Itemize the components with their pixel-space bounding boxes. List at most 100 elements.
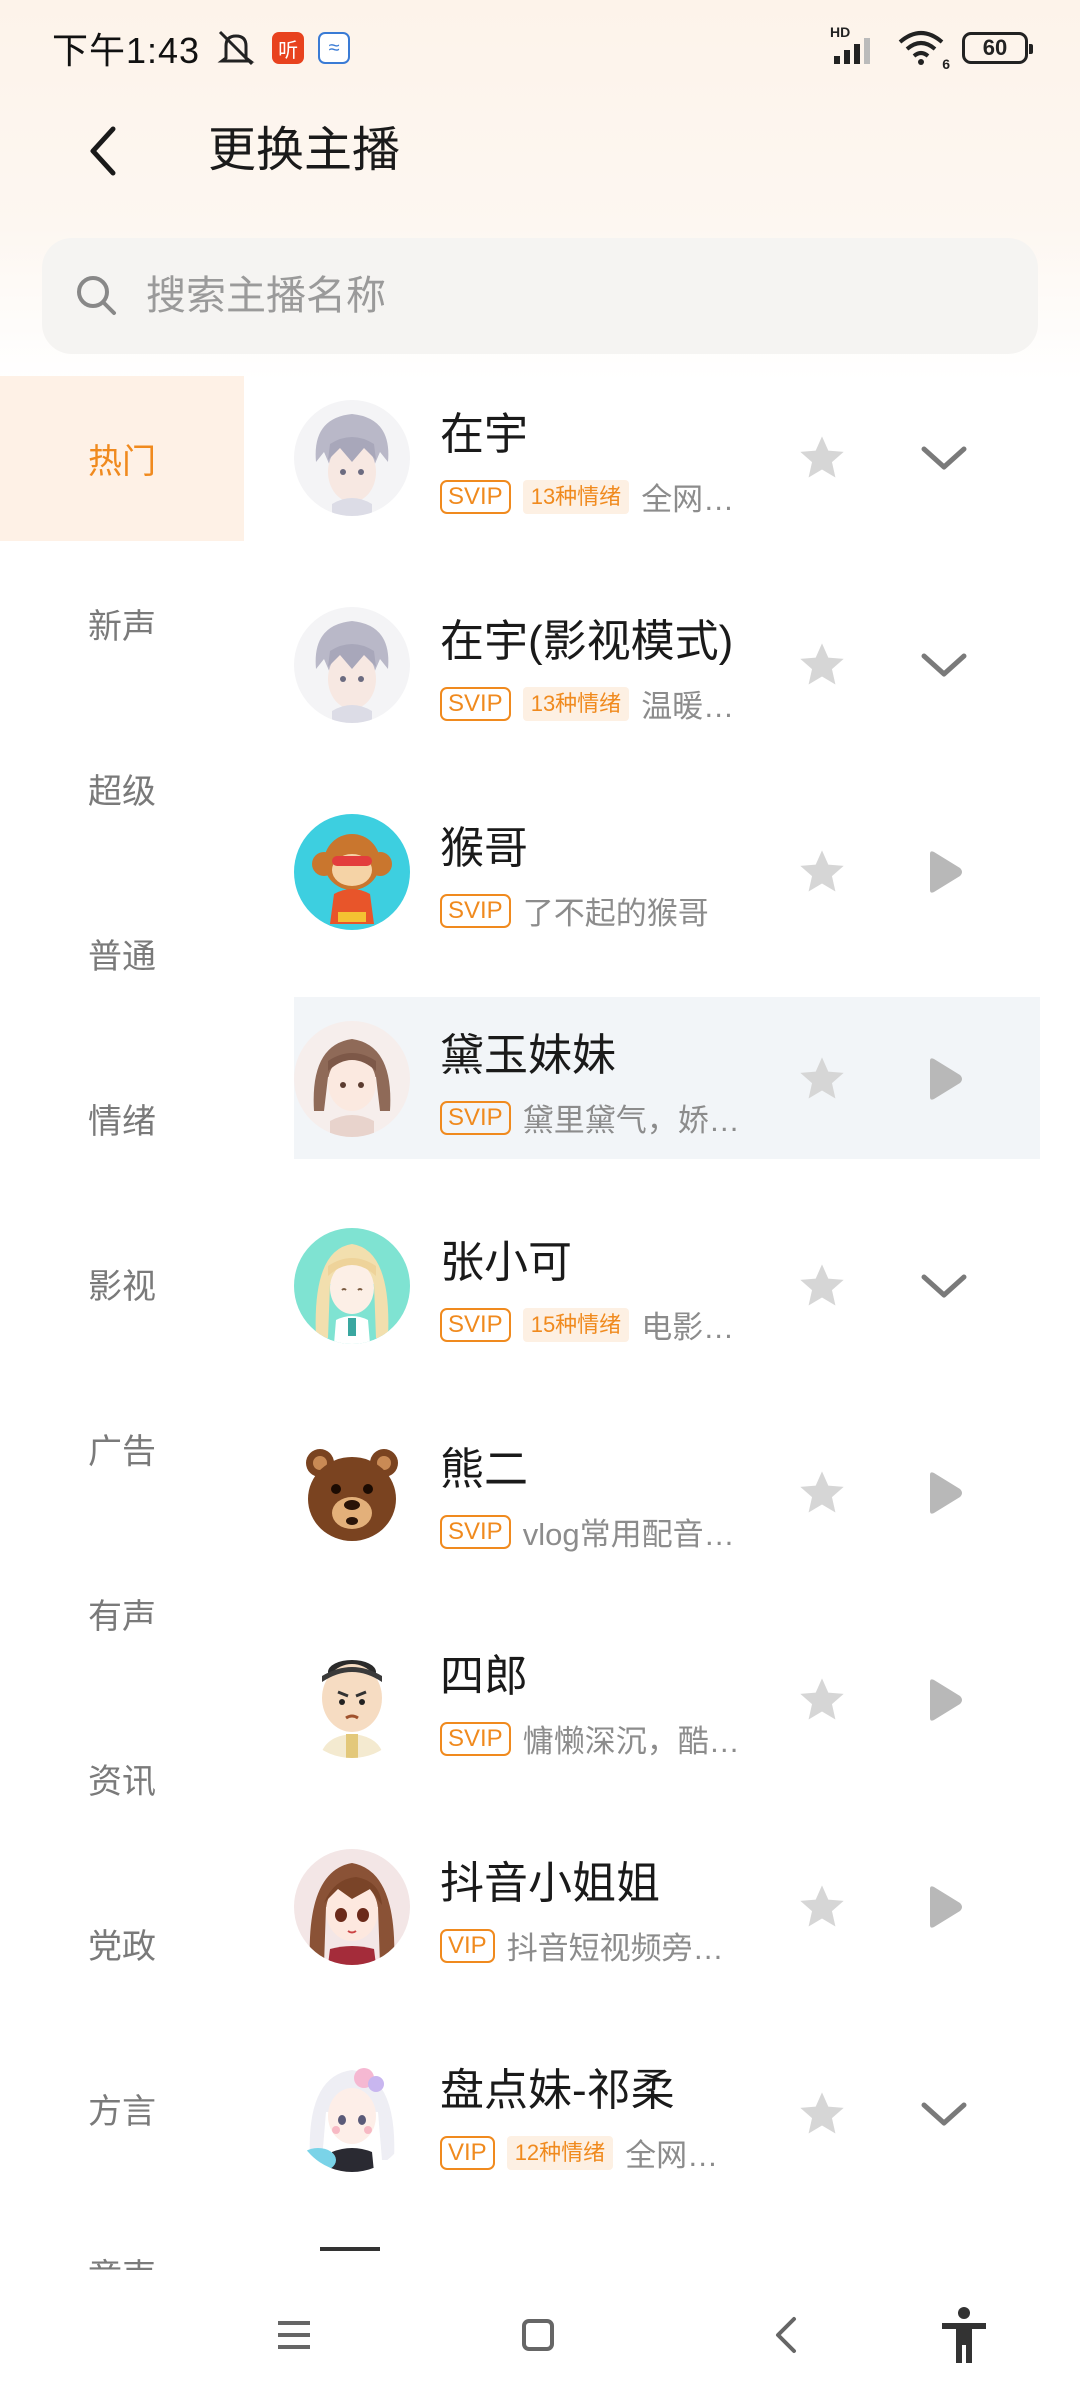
tier-badge: SVIP — [440, 479, 511, 514]
avatar-bear — [294, 1435, 410, 1551]
back-icon — [776, 2317, 796, 2353]
search-bar[interactable] — [42, 238, 1038, 354]
star-icon — [800, 1885, 844, 1927]
wifi-icon: 6 — [896, 28, 950, 72]
category-news[interactable]: 资讯 — [0, 1696, 244, 1861]
play-icon — [930, 1058, 962, 1100]
voice-name: 在宇 — [440, 410, 528, 459]
emotion-badge: 12种情绪 — [506, 2135, 614, 2170]
voice-description: 电影… — [641, 1310, 735, 1345]
header: 更换主播 — [0, 96, 1080, 206]
voice-row[interactable]: 在宇 SVIP 13种情绪 全网… — [294, 376, 1040, 538]
voice-description: 抖音短视频旁… — [506, 1931, 724, 1966]
expand-button[interactable] — [916, 2086, 972, 2142]
voice-row-partial[interactable] — [294, 2239, 1040, 2271]
app-notification-icon-2: ≈ — [318, 32, 351, 64]
favorite-button[interactable] — [794, 2086, 850, 2142]
favorite-button[interactable] — [794, 1051, 850, 1107]
voice-name: 猴哥 — [440, 824, 528, 873]
category-emotion[interactable]: 情绪 — [0, 1036, 244, 1201]
cellular-signal-icon: HD — [830, 24, 880, 66]
play-button[interactable] — [916, 1879, 972, 1935]
play-button[interactable] — [916, 1672, 972, 1728]
voice-row[interactable]: 黛玉妹妹 SVIP 黛里黛气，娇… — [294, 997, 1040, 1159]
voice-list: 在宇 SVIP 13种情绪 全网… 在宇(影视模式) SVIP 13种情绪 温暖… — [294, 376, 1040, 2271]
play-button[interactable] — [916, 1465, 972, 1521]
play-button[interactable] — [916, 1051, 972, 1107]
voice-name: 黛玉妹妹 — [440, 1031, 616, 1080]
play-icon — [930, 1472, 962, 1514]
voice-description: 慵懒深沉，酷… — [522, 1724, 740, 1759]
tier-badge: SVIP — [440, 893, 511, 928]
favorite-button[interactable] — [794, 1672, 850, 1728]
category-dialect[interactable]: 方言 — [0, 2026, 244, 2191]
chevron-down-icon — [921, 1274, 967, 1298]
voice-description: 黛里黛气，娇… — [522, 1103, 740, 1138]
favorite-button[interactable] — [794, 1258, 850, 1314]
voice-row[interactable]: 在宇(影视模式) SVIP 13种情绪 温暖… — [294, 583, 1040, 745]
tier-badge: VIP — [440, 2135, 495, 2170]
favorite-button[interactable] — [794, 430, 850, 486]
star-icon — [800, 1471, 844, 1513]
category-hot[interactable]: 热门 — [0, 376, 244, 541]
expand-button[interactable] — [916, 637, 972, 693]
menu-button[interactable] — [264, 2305, 324, 2365]
voice-row[interactable]: 猴哥 SVIP 了不起的猴哥 — [294, 790, 1040, 952]
star-icon — [800, 1057, 844, 1099]
play-icon — [930, 1679, 962, 1721]
play-button[interactable] — [916, 844, 972, 900]
category-ad[interactable]: 广告 — [0, 1366, 244, 1531]
avatar-white-hair-girl — [294, 2056, 410, 2172]
search-icon — [77, 276, 116, 315]
favorite-button[interactable] — [794, 844, 850, 900]
category-party[interactable]: 党政 — [0, 1861, 244, 2026]
avatar-anime-boy — [294, 607, 410, 723]
system-navigation-bar — [0, 2271, 1080, 2400]
voice-name: 在宇(影视模式) — [440, 617, 734, 666]
category-audio[interactable]: 有声 — [0, 1531, 244, 1696]
category-super[interactable]: 超级 — [0, 706, 244, 871]
voice-description: 温暖… — [641, 689, 735, 724]
category-film[interactable]: 影视 — [0, 1201, 244, 1366]
category-child[interactable]: 童声 — [0, 2191, 244, 2271]
voice-row[interactable]: 盘点妹-祁柔 VIP 12种情绪 全网… — [294, 2032, 1040, 2194]
home-button[interactable] — [508, 2305, 568, 2365]
battery-indicator: 60 — [962, 32, 1033, 64]
avatar-anime-boy — [294, 400, 410, 516]
voice-name: 盘点妹-祁柔 — [440, 2066, 675, 2115]
tier-badge: SVIP — [440, 686, 511, 721]
star-icon — [800, 1264, 844, 1306]
favorite-button[interactable] — [794, 1879, 850, 1935]
favorite-button[interactable] — [794, 637, 850, 693]
star-icon — [800, 2092, 844, 2134]
play-icon — [930, 1886, 962, 1928]
menu-icon — [278, 2321, 310, 2349]
status-time: 下午1:43 — [52, 30, 201, 71]
category-normal[interactable]: 普通 — [0, 871, 244, 1036]
category-new[interactable]: 新声 — [0, 541, 244, 706]
mute-bell-icon — [217, 30, 255, 66]
expand-button[interactable] — [916, 430, 972, 486]
avatar-emperor — [294, 1642, 410, 1758]
star-icon — [800, 850, 844, 892]
search-input[interactable] — [146, 273, 966, 319]
favorite-button[interactable] — [794, 1465, 850, 1521]
avatar-blonde-girl — [294, 1228, 410, 1344]
back-nav-button[interactable] — [756, 2305, 816, 2365]
voice-name: 四郎 — [440, 1652, 528, 1701]
tier-badge: SVIP — [440, 1100, 511, 1135]
avatar-brown-hair-girl — [294, 1849, 410, 1965]
back-button[interactable] — [70, 118, 136, 184]
voice-description: 了不起的猴哥 — [522, 896, 709, 931]
expand-button[interactable] — [916, 1258, 972, 1314]
star-icon — [800, 1678, 844, 1720]
tier-badge: SVIP — [440, 1721, 511, 1756]
star-icon — [800, 643, 844, 685]
voice-row[interactable]: 张小可 SVIP 15种情绪 电影… — [294, 1204, 1040, 1366]
voice-row[interactable]: 熊二 SVIP vlog常用配音… — [294, 1411, 1040, 1573]
voice-row[interactable]: 抖音小姐姐 VIP 抖音短视频旁… — [294, 1825, 1040, 1987]
voice-row[interactable]: 四郎 SVIP 慵懒深沉，酷… — [294, 1618, 1040, 1780]
page-title: 更换主播 — [208, 124, 401, 177]
accessibility-button[interactable] — [934, 2305, 994, 2365]
tier-badge: SVIP — [440, 1514, 511, 1549]
